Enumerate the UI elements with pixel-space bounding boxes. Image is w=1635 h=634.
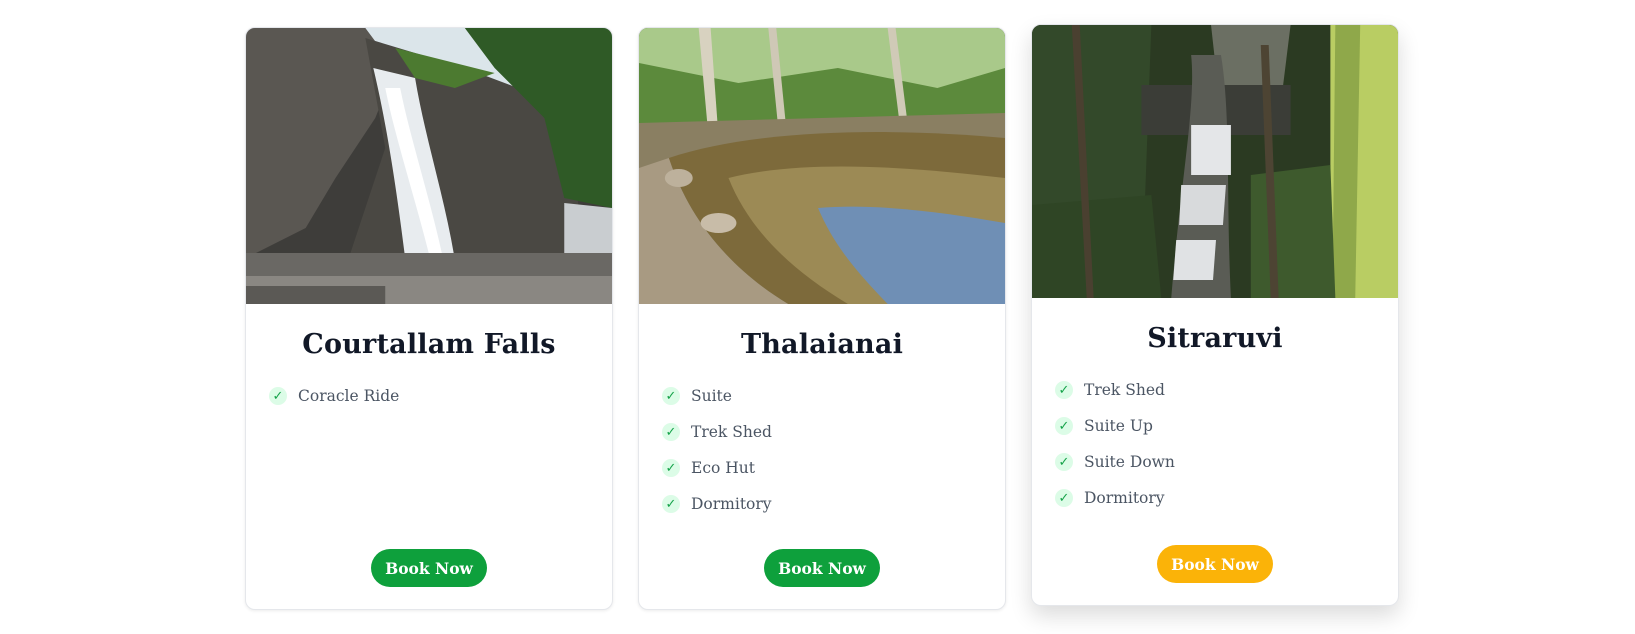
- feature-item: ✓ Dormitory: [662, 486, 1005, 522]
- check-icon: ✓: [662, 387, 680, 405]
- card-title: Courtallam Falls: [302, 329, 556, 360]
- book-now-button[interactable]: Book Now: [371, 549, 487, 587]
- check-icon: ✓: [662, 495, 680, 513]
- check-icon: ✓: [1055, 489, 1073, 507]
- check-icon: ✓: [1055, 381, 1073, 399]
- feature-label: Dormitory: [691, 495, 772, 513]
- courtallam-falls-photo: [246, 28, 612, 304]
- feature-item: ✓ Suite Up: [1055, 408, 1398, 444]
- feature-list: ✓ Trek Shed ✓ Suite Up ✓ Suite Down ✓ Do…: [1032, 372, 1398, 516]
- feature-list: ✓ Coracle Ride: [246, 378, 612, 414]
- feature-label: Trek Shed: [691, 423, 772, 441]
- feature-item: ✓ Coracle Ride: [269, 378, 612, 414]
- sitraruvi-photo: [1032, 25, 1398, 298]
- feature-label: Suite: [691, 387, 732, 405]
- feature-item: ✓ Suite Down: [1055, 444, 1398, 480]
- feature-item: ✓ Trek Shed: [662, 414, 1005, 450]
- feature-label: Trek Shed: [1084, 381, 1165, 399]
- destination-cards: Courtallam Falls ✓ Coracle Ride Book Now: [0, 0, 1635, 634]
- book-now-button[interactable]: Book Now: [764, 549, 880, 587]
- check-icon: ✓: [1055, 417, 1073, 435]
- feature-list: ✓ Suite ✓ Trek Shed ✓ Eco Hut ✓ Dormitor…: [639, 378, 1005, 522]
- check-icon: ✓: [1055, 453, 1073, 471]
- card-sitraruvi: Sitraruvi ✓ Trek Shed ✓ Suite Up ✓ Suite…: [1031, 24, 1399, 606]
- thalaianai-photo: [639, 28, 1005, 304]
- feature-label: Suite Down: [1084, 453, 1175, 471]
- card-title: Sitraruvi: [1147, 323, 1283, 354]
- feature-label: Suite Up: [1084, 417, 1153, 435]
- check-icon: ✓: [662, 423, 680, 441]
- feature-item: ✓ Trek Shed: [1055, 372, 1398, 408]
- feature-item: ✓ Dormitory: [1055, 480, 1398, 516]
- feature-item: ✓ Suite: [662, 378, 1005, 414]
- book-now-button[interactable]: Book Now: [1157, 545, 1273, 583]
- card-courtallam-falls: Courtallam Falls ✓ Coracle Ride Book Now: [245, 27, 613, 610]
- check-icon: ✓: [269, 387, 287, 405]
- feature-label: Dormitory: [1084, 489, 1165, 507]
- feature-label: Eco Hut: [691, 459, 755, 477]
- feature-item: ✓ Eco Hut: [662, 450, 1005, 486]
- feature-label: Coracle Ride: [298, 387, 400, 405]
- card-title: Thalaianai: [740, 329, 904, 360]
- card-thalaianai: Thalaianai ✓ Suite ✓ Trek Shed ✓ Eco Hut…: [638, 27, 1006, 610]
- check-icon: ✓: [662, 459, 680, 477]
